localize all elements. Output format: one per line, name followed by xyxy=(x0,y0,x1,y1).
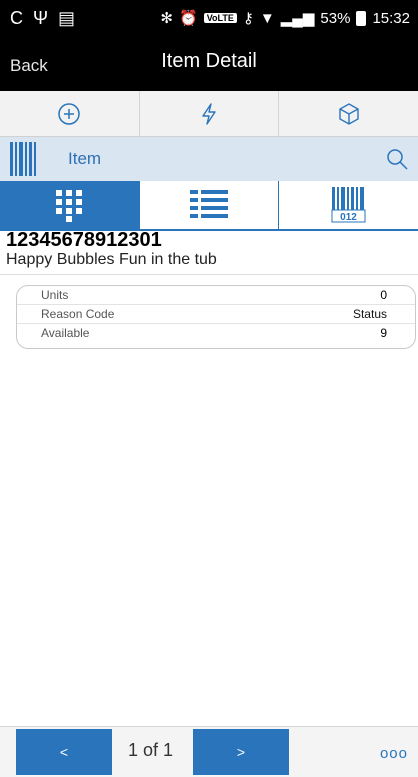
page-indicator: 1 of 1 xyxy=(128,740,174,760)
wifi-icon: ▼ xyxy=(259,9,275,27)
list-icon xyxy=(190,190,228,218)
quick-action-button[interactable] xyxy=(140,91,280,136)
item-sku: 12345678912301 xyxy=(6,229,162,251)
item-label: Item xyxy=(68,149,102,168)
previous-button[interactable]: < xyxy=(16,729,112,775)
divider xyxy=(0,274,418,275)
status-left-icons: C Ψ ▤ xyxy=(0,8,75,29)
status-bar: C Ψ ▤ ✻ ⏰ VoLTE ⚷ ▼ ▂▄▆ 53% 15:32 xyxy=(0,0,418,36)
tab-barcode[interactable]: 012 xyxy=(279,181,418,231)
item-detail-card: Units 0 Reason Code Status Available 9 xyxy=(16,285,416,349)
usb-icon: Ψ xyxy=(33,7,49,28)
tab-list[interactable] xyxy=(139,181,280,231)
bluetooth-icon: ✻ xyxy=(160,10,173,27)
detail-row-reason-code[interactable]: Reason Code Status xyxy=(17,305,415,324)
detail-value: 0 xyxy=(380,288,387,302)
package-button[interactable] xyxy=(279,91,418,136)
view-tabs: 012 xyxy=(0,181,418,231)
detail-label: Units xyxy=(41,288,69,302)
battery-icon xyxy=(356,10,367,26)
detail-value: Status xyxy=(352,307,387,321)
detail-value: 9 xyxy=(380,326,387,340)
next-button[interactable]: > xyxy=(193,729,289,775)
keypad-icon xyxy=(56,190,83,222)
key-icon: ⚷ xyxy=(242,10,254,27)
add-button[interactable] xyxy=(0,91,140,136)
status-right-icons: ✻ ⏰ VoLTE ⚷ ▼ ▂▄▆ 53% 15:32 xyxy=(160,9,418,28)
battery-percent: 53% xyxy=(320,9,351,27)
alarm-icon: ⏰ xyxy=(179,10,198,27)
item-description: Happy Bubbles Fun in the tub xyxy=(6,251,217,268)
action-toolbar xyxy=(0,91,418,137)
more-options-button[interactable]: ooo xyxy=(380,745,408,762)
detail-row-units: Units 0 xyxy=(17,286,415,305)
clock-time: 15:32 xyxy=(372,9,410,27)
add-circle-icon xyxy=(58,102,81,125)
app-header: Back Item Detail xyxy=(0,36,418,91)
notification-icon: C xyxy=(10,7,23,28)
volte-badge: VoLTE xyxy=(203,13,237,23)
barcode-badge-text: 012 xyxy=(340,212,357,223)
barcode-icon xyxy=(10,142,36,176)
search-icon[interactable] xyxy=(386,148,408,170)
detail-label: Reason Code xyxy=(41,307,115,321)
signal-icon: ▂▄▆ xyxy=(280,10,315,27)
detail-row-available: Available 9 xyxy=(17,324,415,342)
lightning-icon xyxy=(202,102,216,125)
detail-label: Available xyxy=(41,326,90,340)
item-search-bar: Item xyxy=(0,137,418,181)
tab-keypad[interactable] xyxy=(0,181,140,231)
cube-icon xyxy=(338,102,359,125)
pagination-footer: < 1 of 1 > ooo xyxy=(0,726,418,777)
message-icon: ▤ xyxy=(58,7,76,28)
barcode-badge-icon: 012 xyxy=(331,187,366,223)
page-title: Item Detail xyxy=(161,50,257,72)
